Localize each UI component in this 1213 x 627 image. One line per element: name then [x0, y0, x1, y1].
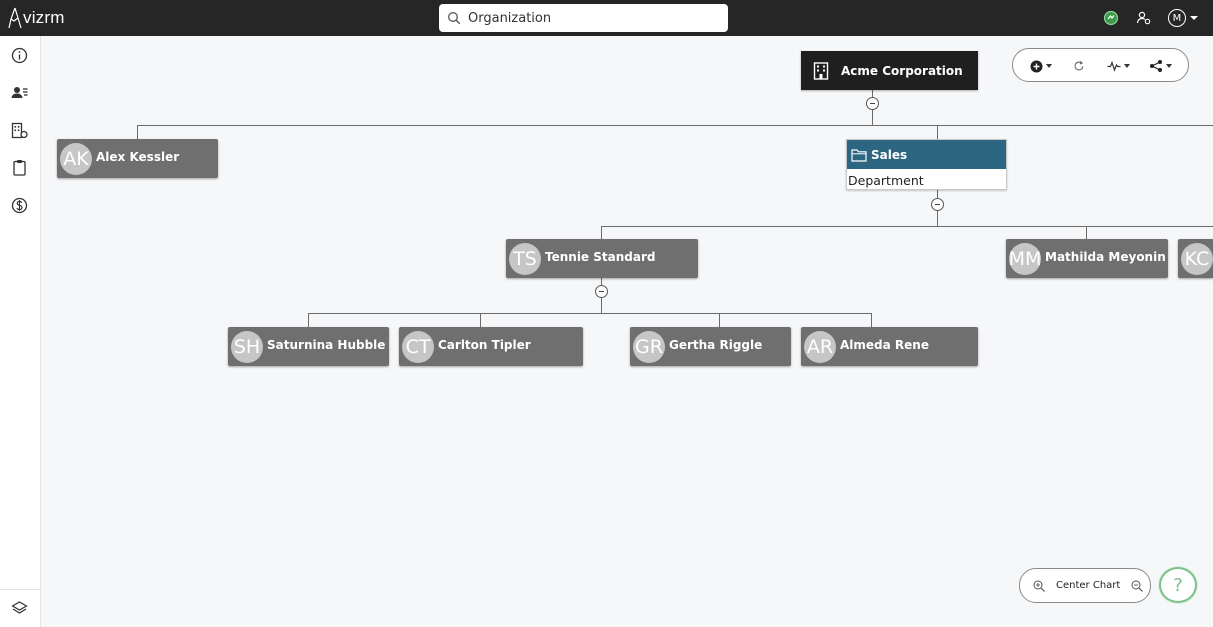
zoom-controls: Center Chart — [1019, 568, 1151, 603]
refresh-icon — [1074, 60, 1084, 71]
connector-line — [480, 313, 481, 327]
center-chart-button[interactable]: Center Chart — [1056, 580, 1120, 591]
vizrm-logo-icon — [8, 7, 22, 29]
dollar-icon[interactable] — [11, 197, 28, 214]
search-input[interactable] — [468, 10, 718, 26]
clipboard-icon[interactable] — [11, 159, 28, 176]
avatar: MM — [1009, 242, 1041, 275]
contacts-icon[interactable] — [11, 84, 28, 101]
org-node-person[interactable]: MM Mathilda Meyonin — [1006, 239, 1168, 278]
person-name: Tennie Standard — [545, 249, 656, 264]
department-name: Sales — [871, 147, 908, 162]
add-node-button[interactable] — [1030, 58, 1052, 74]
connector-line — [601, 226, 1213, 227]
org-node-department[interactable]: Sales Department — [846, 139, 1007, 190]
avatar: KC — [1181, 242, 1213, 275]
connector-line — [937, 125, 938, 139]
chevron-down-icon — [1190, 16, 1198, 20]
org-node-person[interactable]: TS Tennie Standard — [506, 239, 698, 278]
person-name: Mathilda Meyonin — [1045, 249, 1166, 264]
collapse-toggle[interactable] — [595, 285, 608, 298]
status-online-icon[interactable] — [1103, 10, 1119, 26]
connector-line — [601, 297, 602, 313]
department-header: Sales — [847, 140, 1006, 169]
connector-line — [871, 313, 872, 327]
org-node-person[interactable]: GR Gertha Riggle — [630, 327, 791, 366]
department-type: Department — [848, 173, 924, 188]
search-box[interactable] — [439, 4, 728, 32]
info-icon[interactable] — [11, 47, 28, 64]
avatar: CT — [402, 330, 434, 363]
org-node-person[interactable]: AR Almeda Rene — [801, 327, 978, 366]
avatar: AR — [804, 330, 836, 363]
connector-line — [1086, 226, 1087, 239]
person-name: Alex Kessler — [96, 149, 180, 164]
top-bar: vizrm M — [0, 0, 1213, 36]
avatar: SH — [231, 330, 263, 363]
org-node-person[interactable]: SH Saturnina Hubble — [228, 327, 389, 366]
connector-line — [937, 190, 938, 198]
sidebar — [0, 36, 41, 627]
connector-line — [601, 278, 602, 285]
person-name: Carlton Tipler — [438, 337, 531, 352]
chevron-down-icon — [1124, 64, 1130, 68]
connector-line — [308, 313, 872, 314]
chevron-down-icon — [1046, 64, 1052, 68]
add-circle-icon — [1030, 60, 1043, 72]
avatar: TS — [509, 242, 541, 275]
collapse-toggle[interactable] — [931, 198, 944, 211]
connector-line — [601, 226, 602, 239]
connector-line — [137, 125, 1213, 126]
activity-icon — [1107, 60, 1121, 72]
avatar: AK — [60, 142, 92, 175]
collapse-toggle[interactable] — [866, 97, 879, 110]
help-button[interactable]: ? — [1159, 567, 1197, 603]
person-name: Gertha Riggle — [669, 337, 763, 352]
share-icon — [1150, 60, 1162, 72]
user-settings-icon[interactable] — [1136, 10, 1152, 26]
user-avatar: M — [1168, 9, 1186, 27]
user-menu[interactable]: M — [1168, 9, 1198, 27]
org-node-person[interactable]: CT Carlton Tipler — [399, 327, 583, 366]
chevron-down-icon — [1166, 64, 1172, 68]
org-node-root[interactable]: Acme Corporation — [801, 51, 978, 90]
sidebar-divider — [0, 589, 40, 590]
share-button[interactable] — [1149, 58, 1172, 74]
connector-line — [872, 109, 873, 125]
folder-icon — [851, 148, 867, 162]
building-settings-icon[interactable] — [11, 122, 28, 139]
refresh-button[interactable] — [1073, 58, 1085, 74]
org-node-person[interactable]: KC — [1178, 239, 1213, 278]
org-node-person[interactable]: AK Alex Kessler — [57, 139, 218, 178]
building-icon — [813, 61, 829, 80]
connector-line — [308, 313, 309, 327]
avatar: GR — [633, 330, 665, 363]
activity-button[interactable] — [1107, 58, 1130, 74]
connector-line — [719, 313, 720, 327]
search-icon — [448, 12, 461, 25]
layers-icon[interactable] — [11, 599, 28, 616]
zoom-out-icon[interactable] — [1130, 579, 1144, 593]
person-name: Saturnina Hubble — [267, 337, 386, 352]
connector-line — [937, 210, 938, 226]
zoom-in-icon[interactable] — [1032, 579, 1046, 593]
app-name: vizrm — [23, 8, 65, 27]
person-name: Almeda Rene — [840, 337, 929, 352]
app-logo[interactable]: vizrm — [8, 7, 65, 29]
chart-toolbar — [1012, 48, 1189, 82]
org-node-label: Acme Corporation — [841, 63, 963, 78]
connector-line — [137, 125, 138, 139]
